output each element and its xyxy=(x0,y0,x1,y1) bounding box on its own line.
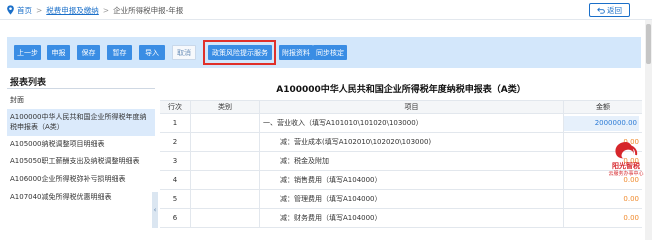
vertical-scrollbar[interactable] xyxy=(645,20,652,240)
sidebar-item-label: 税申报表（A类） xyxy=(10,123,64,131)
sidebar-collapse-toggle[interactable]: ‹ xyxy=(152,192,158,228)
report-title: A100000中华人民共和国企业所得税年度纳税申报表（A类） xyxy=(276,85,526,95)
breadcrumb: 首页 > 税费申报及缴纳 > 企业所得税申报-年报 xyxy=(6,5,183,15)
row-amount: 0.00 xyxy=(623,214,639,222)
cancel-button[interactable]: 取消 xyxy=(172,45,196,60)
sidebar-item-label: A100000中华人民共和国企业所得税年度纳 xyxy=(10,113,147,121)
row-category xyxy=(191,171,260,189)
table-row: 4 减：销售费用（填写A104000） 0.00 xyxy=(160,171,642,190)
table-row: 6 减：财务费用（填写A104000） 0.00 xyxy=(160,209,642,228)
row-number: 4 xyxy=(160,171,191,189)
table-row: 3 减：税金及附加 0.00 xyxy=(160,152,642,171)
amount-input[interactable]: 2000000.00 xyxy=(564,115,639,131)
row-item: 一、营业收入（填写A101010\101020\103000） xyxy=(260,114,564,132)
import-button[interactable]: 导入 xyxy=(139,45,165,60)
row-amount: 0.00 xyxy=(623,195,639,203)
row-number: 3 xyxy=(160,152,191,170)
header-category: 类别 xyxy=(191,101,260,113)
highlight-frame xyxy=(203,40,276,65)
table-row: 2 减：营业成本(填写A102010\102020\103000) 0.00 xyxy=(160,133,642,152)
row-item: 减：营业成本(填写A102010\102020\103000) xyxy=(260,133,564,151)
row-item: 减：税金及附加 xyxy=(260,152,564,170)
breadcrumb-separator: > xyxy=(102,5,110,15)
temp-save-button[interactable]: 暂存 xyxy=(107,45,132,60)
prev-step-button[interactable]: 上一步 xyxy=(14,45,41,60)
row-category xyxy=(191,133,260,151)
row-item: 减：财务费用（填写A104000） xyxy=(260,209,564,227)
row-item: 减：管理费用（填写A104000） xyxy=(260,190,564,208)
sidebar-item-a100000[interactable]: A100000中华人民共和国企业所得税年度纳 税申报表（A类） xyxy=(7,109,155,136)
attachment-button[interactable]: 附报资料 xyxy=(279,45,313,60)
action-toolbar: 上一步 申报 保存 暂存 导入 取消 政策风险提示服务 附报资料 同步核定 xyxy=(7,37,641,68)
row-amount-cell: 2000000.00 xyxy=(564,114,642,132)
submit-declaration-button[interactable]: 申报 xyxy=(47,45,70,60)
sidebar-item-a105000[interactable]: A105000纳税调整项目明细表 xyxy=(10,139,153,149)
row-number: 6 xyxy=(160,209,191,227)
top-bar: 首页 > 税费申报及缴纳 > 企业所得税申报-年报 返回 xyxy=(0,0,652,20)
header-amount: 金额 xyxy=(596,103,610,111)
report-list-sidebar: 报表列表 封面 A100000中华人民共和国企业所得税年度纳 税申报表（A类） … xyxy=(7,71,155,240)
back-button-label: 返回 xyxy=(607,5,622,15)
table-header-row: 行次 类别 项目 金额 xyxy=(160,100,642,114)
row-number: 1 xyxy=(160,114,191,132)
row-number: 2 xyxy=(160,133,191,151)
breadcrumb-section[interactable]: 税费申报及缴纳 xyxy=(46,5,99,16)
header-row-number: 行次 xyxy=(160,101,191,113)
row-category xyxy=(191,114,260,132)
row-category xyxy=(191,209,260,227)
sidebar-title: 报表列表 xyxy=(10,78,47,88)
save-button[interactable]: 保存 xyxy=(77,45,100,60)
row-number: 5 xyxy=(160,190,191,208)
return-arrow-icon xyxy=(597,7,605,14)
header-item: 项目 xyxy=(260,101,564,113)
scrollbar-thumb[interactable] xyxy=(646,24,651,64)
back-button[interactable]: 返回 xyxy=(589,3,630,17)
row-category xyxy=(191,152,260,170)
breadcrumb-separator: > xyxy=(36,5,43,15)
table-row: 5 减：管理费用（填写A104000） 0.00 xyxy=(160,190,642,209)
sidebar-item-cover[interactable]: 封面 xyxy=(10,95,153,105)
sidebar-item-a105050[interactable]: A105050职工薪酬支出及纳税调整明细表 xyxy=(10,156,153,166)
breadcrumb-current: 企业所得税申报-年报 xyxy=(113,5,184,15)
logo-subtitle: 云服务办事中心 xyxy=(608,171,644,177)
location-pin-icon xyxy=(7,5,14,15)
sidebar-divider xyxy=(7,88,155,89)
table-row: 1 一、营业收入（填写A101010\101020\103000） 200000… xyxy=(160,114,642,133)
row-item: 减：销售费用（填写A104000） xyxy=(260,171,564,189)
sidebar-item-a107040[interactable]: A107040减免所得税优惠明细表 xyxy=(10,192,153,202)
report-panel: A100000中华人民共和国企业所得税年度纳税申报表（A类） 行次 类别 项目 … xyxy=(160,71,642,240)
breadcrumb-home[interactable]: 首页 xyxy=(17,5,32,16)
row-category xyxy=(191,190,260,208)
sidebar-item-a106000[interactable]: A106000企业所得税弥补亏损明细表 xyxy=(10,174,153,184)
sync-verify-button[interactable]: 同步核定 xyxy=(313,45,347,60)
